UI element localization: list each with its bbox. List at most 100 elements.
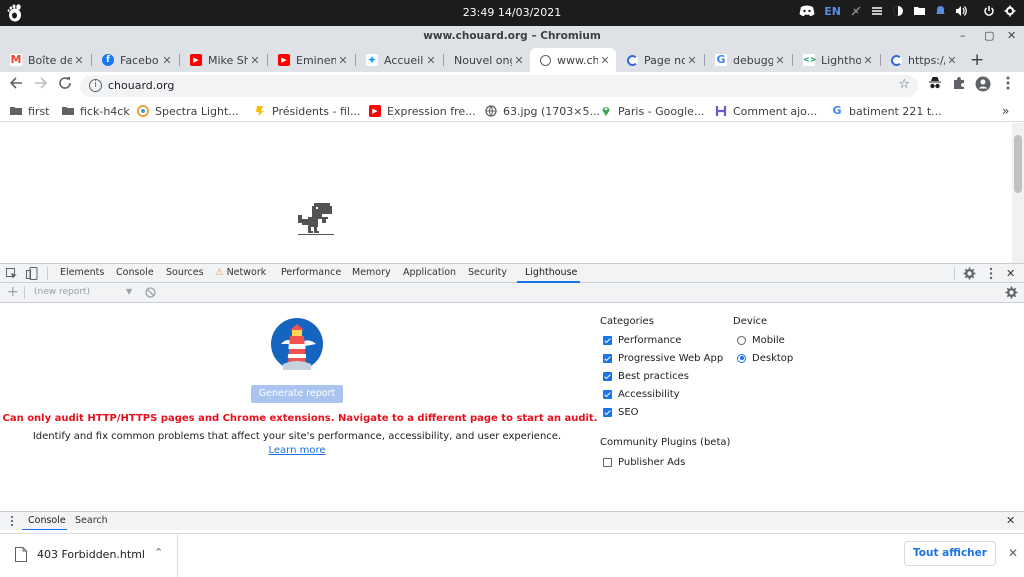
tab-page-not-found[interactable]: Page no ✕ xyxy=(617,48,703,72)
bookmark-star-icon[interactable]: ☆ xyxy=(898,77,910,92)
forward-arrow-icon[interactable] xyxy=(31,76,51,96)
new-report-plus-button[interactable]: + xyxy=(7,284,19,300)
minimize-button[interactable]: – xyxy=(960,29,966,42)
checkbox-checked[interactable] xyxy=(603,371,612,381)
device-mobile[interactable]: Mobile xyxy=(737,333,785,347)
category-seo[interactable]: SEO xyxy=(603,405,639,419)
download-item[interactable]: 403 Forbidden.html ⌃ xyxy=(0,534,178,577)
spy-extension-icon[interactable] xyxy=(925,76,945,96)
close-tab-icon[interactable]: ✕ xyxy=(773,54,787,67)
drawer-menu-kebab-icon[interactable] xyxy=(10,515,14,527)
bookmark-comment-ajouter[interactable]: Comment ajo... xyxy=(715,103,817,119)
close-tab-icon[interactable]: ✕ xyxy=(861,54,875,67)
devtools-more-kebab-icon[interactable] xyxy=(989,267,993,280)
category-performance[interactable]: Performance xyxy=(603,333,681,347)
devtools-close-button[interactable]: ✕ xyxy=(1006,267,1015,280)
category-accessibility[interactable]: Accessibility xyxy=(603,387,680,401)
night-light-icon[interactable] xyxy=(892,5,904,19)
device-desktop[interactable]: Desktop xyxy=(737,351,793,365)
devtools-settings-gear-icon[interactable] xyxy=(963,267,976,280)
bookmark-paris-maps[interactable]: Paris - Google... xyxy=(600,103,704,119)
devtools-tab-memory[interactable]: Memory xyxy=(352,267,391,278)
close-tab-icon[interactable]: ✕ xyxy=(248,54,262,67)
site-info-icon[interactable]: i xyxy=(89,79,102,92)
devtools-tab-network[interactable]: ⚠ Network xyxy=(215,267,266,278)
browser-menu-kebab-icon[interactable] xyxy=(998,76,1018,96)
tab-youtube-mike[interactable]: ▶ Mike Sh ✕ xyxy=(180,48,266,72)
close-tab-icon[interactable]: ✕ xyxy=(336,54,350,67)
download-options-chevron-icon[interactable]: ⌃ xyxy=(154,546,163,559)
tab-gmail[interactable]: M Boîte de ✕ xyxy=(0,48,90,72)
inspect-element-icon[interactable] xyxy=(6,268,18,280)
bookmark-presidents[interactable]: Présidents - fil... xyxy=(254,103,360,119)
close-tab-icon[interactable]: ✕ xyxy=(685,54,699,67)
tab-new-tab[interactable]: Nouvel ong ✕ xyxy=(444,48,530,72)
extensions-puzzle-icon[interactable] xyxy=(949,76,969,96)
window-title-bar[interactable]: www.chouard.org – Chromium – ▢ ✕ xyxy=(0,26,1024,48)
bookmark-spectra[interactable]: Spectra Light... xyxy=(137,103,239,119)
close-tab-icon[interactable]: ✕ xyxy=(72,54,86,67)
devtools-tab-performance[interactable]: Performance xyxy=(281,267,341,278)
lighthouse-settings-gear-icon[interactable] xyxy=(1005,286,1018,299)
checkbox-checked[interactable] xyxy=(603,353,612,363)
learn-more-link[interactable]: Learn more xyxy=(0,445,594,456)
category-best-practices[interactable]: Best practices xyxy=(603,369,689,383)
close-tab-icon[interactable]: ✕ xyxy=(424,54,438,67)
volume-icon[interactable] xyxy=(955,5,968,19)
close-tab-icon[interactable]: ✕ xyxy=(160,54,174,67)
keyboard-language[interactable]: EN xyxy=(824,5,841,19)
device-toolbar-icon[interactable] xyxy=(26,267,38,280)
close-tab-icon[interactable]: ✕ xyxy=(598,54,612,67)
checkbox-unchecked[interactable] xyxy=(603,457,612,467)
report-selector-dropdown-icon[interactable]: ▼ xyxy=(126,287,132,296)
devtools-tab-console[interactable]: Console xyxy=(116,267,154,278)
checkbox-checked[interactable] xyxy=(603,407,612,417)
devtools-tab-sources[interactable]: Sources xyxy=(166,267,204,278)
checkbox-checked[interactable] xyxy=(603,335,612,345)
bookmarks-overflow-chevron[interactable]: » xyxy=(1002,103,1009,119)
radio-unselected[interactable] xyxy=(737,335,746,345)
radio-selected[interactable] xyxy=(737,353,746,363)
drawer-tab-console[interactable]: Console xyxy=(28,515,66,526)
drawer-close-button[interactable]: ✕ xyxy=(1006,514,1015,527)
devtools-tab-elements[interactable]: Elements xyxy=(60,267,104,278)
devtools-tab-security[interactable]: Security xyxy=(468,267,507,278)
tab-chouard-active[interactable]: www.ch ✕ xyxy=(530,48,616,72)
tab-google-debug[interactable]: G debugg ✕ xyxy=(705,48,791,72)
address-url[interactable]: chouard.org xyxy=(108,79,174,92)
checkbox-checked[interactable] xyxy=(603,389,612,399)
notification-bell-icon[interactable] xyxy=(935,5,946,19)
menu-lines-icon[interactable] xyxy=(871,5,883,19)
profile-avatar-icon[interactable] xyxy=(973,76,993,96)
bookmark-63-jpg[interactable]: 63.jpg (1703×5... xyxy=(485,103,600,119)
network-disabled-icon[interactable] xyxy=(850,5,862,19)
page-scrollbar[interactable] xyxy=(1012,123,1024,263)
tab-facebook[interactable]: f Facebo ✕ xyxy=(92,48,178,72)
close-tab-icon[interactable]: ✕ xyxy=(945,54,959,67)
plugin-publisher-ads[interactable]: Publisher Ads xyxy=(603,455,685,469)
discord-icon[interactable] xyxy=(799,5,815,19)
close-tab-icon[interactable]: ✕ xyxy=(512,54,526,67)
back-arrow-icon[interactable] xyxy=(6,76,26,96)
close-download-shelf-button[interactable]: ✕ xyxy=(1008,546,1018,560)
address-bar[interactable]: i chouard.org ☆ xyxy=(80,75,918,97)
page-viewport[interactable] xyxy=(0,123,1024,263)
bookmark-folder-first[interactable]: first xyxy=(10,103,50,119)
reload-icon[interactable] xyxy=(55,76,75,96)
close-window-button[interactable]: ✕ xyxy=(1007,29,1016,42)
tab-lighthouse[interactable]: <> Lightho ✕ xyxy=(793,48,879,72)
generate-report-button[interactable]: Generate report xyxy=(251,385,343,403)
clear-reports-icon[interactable] xyxy=(145,287,156,298)
bookmark-expression[interactable]: ▶ Expression fre... xyxy=(369,103,476,119)
tab-https[interactable]: https:// ✕ xyxy=(881,48,963,72)
bookmark-batiment[interactable]: G batiment 221 t... xyxy=(831,103,942,119)
tab-twitter[interactable]: ✦ Accueil ✕ xyxy=(356,48,442,72)
folder-icon[interactable] xyxy=(913,5,926,19)
drawer-tab-search[interactable]: Search xyxy=(75,515,108,526)
power-icon[interactable] xyxy=(983,5,995,19)
settings-tray-icon[interactable] xyxy=(1004,5,1016,19)
bookmark-folder-fick-h4ck[interactable]: fick-h4ck xyxy=(62,103,130,119)
devtools-tab-lighthouse[interactable]: Lighthouse xyxy=(525,267,577,278)
devtools-tab-application[interactable]: Application xyxy=(403,267,456,278)
scrollbar-thumb[interactable] xyxy=(1014,135,1022,193)
